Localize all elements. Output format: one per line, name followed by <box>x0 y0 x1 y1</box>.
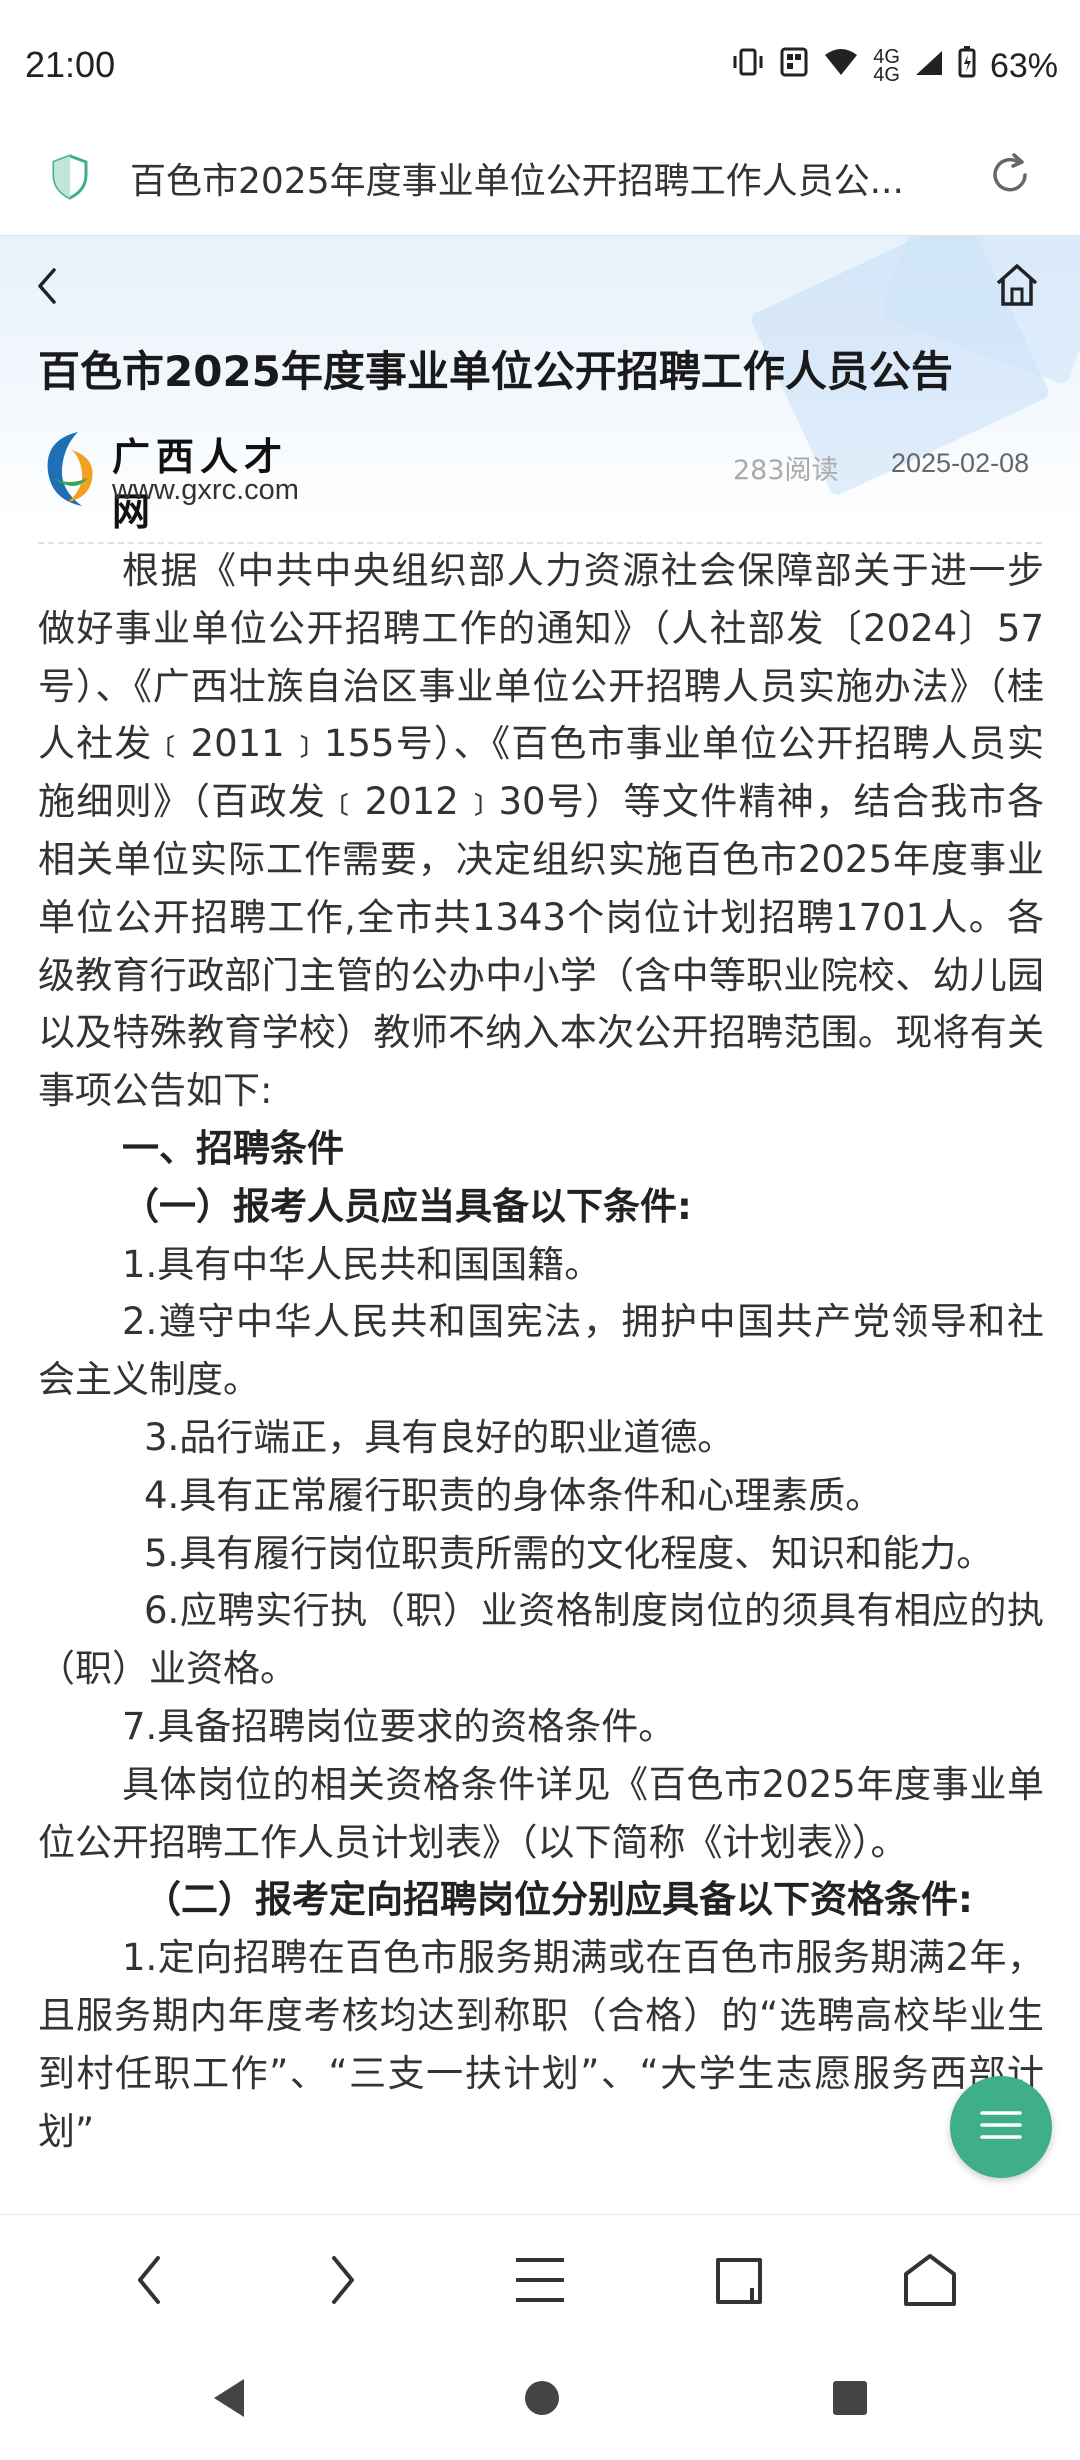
paragraph: 根据《中共中央组织部人力资源社会保障部关于进一步做好事业单位公开招聘工作的通知》… <box>38 549 1044 1113</box>
system-recents-icon[interactable] <box>830 2375 870 2425</box>
gxrc-logo-icon <box>38 428 102 514</box>
publish-date: 2025-02-08 <box>891 448 1030 478</box>
paragraph: 1.定向招聘在百色市服务期满或在百色市服务期满2年，且服务期内年度考核均达到称职… <box>38 1936 1044 2153</box>
signal-icon <box>914 47 944 86</box>
home-icon[interactable] <box>900 2250 960 2314</box>
paragraph: 具体岗位的相关资格条件详见《百色市2025年度事业单位公开招聘工作人员计划表》（… <box>38 1762 1044 1864</box>
paragraph: 4.具有正常履行职责的身体条件和心理素质。 <box>144 1473 883 1517</box>
battery-level: 63% <box>989 46 1058 85</box>
shield-icon[interactable] <box>50 153 90 205</box>
back-icon[interactable] <box>128 2250 174 2314</box>
vibrate-icon <box>731 47 765 86</box>
floating-menu-button[interactable] <box>950 2076 1052 2178</box>
system-back-icon[interactable] <box>210 2375 250 2425</box>
status-bar: 21:00 4G 4G 63% <box>0 0 1080 135</box>
paragraph: 3.品行端正，具有良好的职业道德。 <box>144 1415 735 1459</box>
home-icon[interactable] <box>993 262 1041 312</box>
article-body: 根据《中共中央组织部人力资源社会保障部关于进一步做好事业单位公开招聘工作的通知》… <box>38 542 1044 2222</box>
read-count: 283阅读 <box>733 455 839 486</box>
paragraph: 1.具有中华人民共和国国籍。 <box>122 1242 602 1286</box>
status-time: 21:00 <box>25 44 116 85</box>
battery-icon <box>958 45 976 87</box>
wifi-icon <box>823 47 859 86</box>
menu-icon[interactable] <box>512 2250 568 2314</box>
network-type: 4G 4G <box>873 46 900 86</box>
paragraph: 7.具备招聘岗位要求的资格条件。 <box>122 1704 676 1748</box>
source-url: www.gxrc.com <box>112 474 299 506</box>
article-title: 百色市2025年度事业单位公开招聘工作人员公告 <box>38 347 953 396</box>
sub-heading: （二）报考定向招聘岗位分别应具备以下资格条件: <box>144 1878 973 1922</box>
paragraph: 5.具有履行岗位职责所需的文化程度、知识和能力。 <box>144 1531 994 1575</box>
section-heading: 一、招聘条件 <box>122 1126 344 1170</box>
address-bar-title[interactable]: 百色市2025年度事业单位公开招聘工作人员公... <box>130 152 930 204</box>
paragraph: 2.遵守中华人民共和国宪法，拥护中国共产党领导和社会主义制度。 <box>38 1300 1044 1402</box>
nfc-icon <box>779 46 809 87</box>
paragraph: 6.应聘实行执（职）业资格制度岗位的须具有相应的执（职）业资格。 <box>38 1589 1044 1691</box>
reload-icon[interactable] <box>985 150 1035 204</box>
tabs-icon[interactable] <box>712 2250 772 2314</box>
forward-icon[interactable] <box>318 2250 364 2314</box>
system-home-icon[interactable] <box>522 2375 562 2425</box>
status-icons: 4G 4G 63% <box>731 44 1058 88</box>
menu-icon <box>978 2108 1024 2146</box>
back-icon[interactable] <box>32 266 62 310</box>
sub-heading: （一）报考人员应当具备以下条件: <box>122 1184 692 1228</box>
source-logo[interactable]: 广西人才网 www.gxrc.com <box>38 428 328 534</box>
